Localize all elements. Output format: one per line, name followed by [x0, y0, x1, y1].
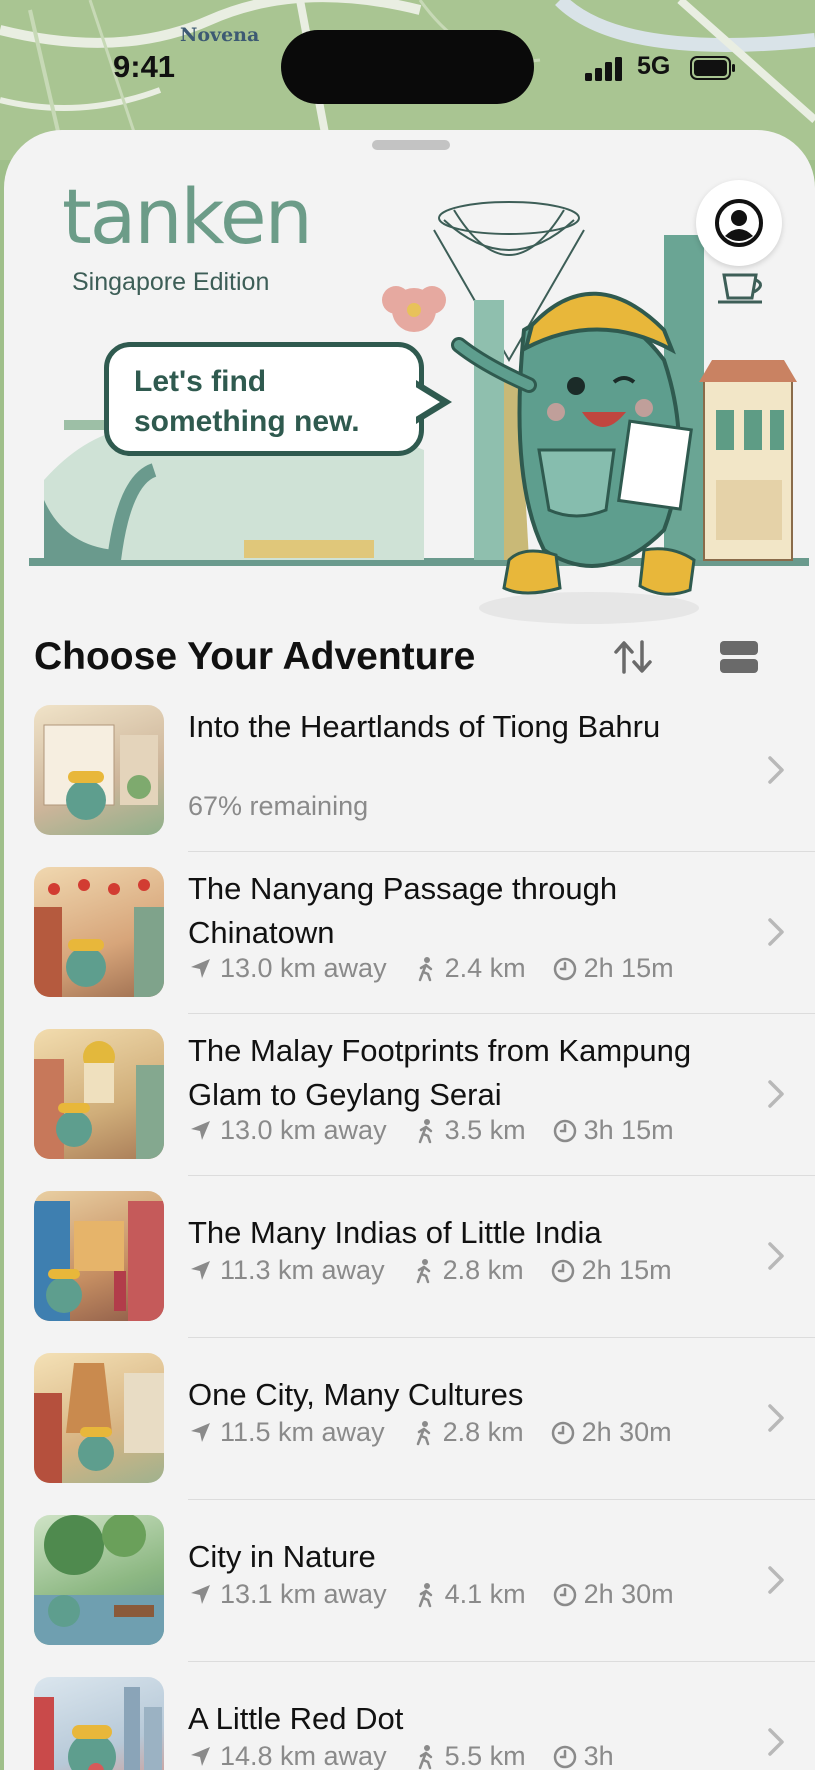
- list-layout-icon[interactable]: [714, 632, 764, 682]
- adventure-duration: 2h 15m: [583, 953, 674, 983]
- clock-icon: [551, 1421, 574, 1444]
- profile-button[interactable]: [696, 180, 782, 266]
- bottom-sheet: tanken Singapore Edition Let's find some…: [4, 130, 815, 1770]
- adventure-thumbnail: [34, 1353, 164, 1483]
- adventure-row[interactable]: The Malay Footprints from Kampung Glam t…: [4, 1029, 815, 1191]
- adventure-progress: 67% remaining: [188, 791, 369, 821]
- adventure-length: 3.5 km: [444, 1115, 526, 1145]
- adventure-thumbnail: [34, 1515, 164, 1645]
- adventure-thumbnail: [34, 867, 164, 997]
- edition-subtitle: Singapore Edition: [72, 268, 270, 296]
- adventure-length: 2.8 km: [442, 1417, 524, 1447]
- adventure-meta: 13.1 km away 4.1 km 2h 30m: [188, 1579, 694, 1610]
- adventure-length: 4.1 km: [444, 1579, 526, 1609]
- row-divider: [188, 851, 815, 852]
- location-arrow-icon: [191, 1120, 210, 1140]
- sort-icon[interactable]: [608, 632, 658, 682]
- status-time: 9:41: [113, 49, 176, 84]
- adventure-row[interactable]: The Many Indias of Little India 11.3 km …: [4, 1191, 815, 1353]
- chevron-right-icon: [768, 1566, 784, 1594]
- sheet-grabber[interactable]: [372, 140, 450, 150]
- row-divider: [188, 1661, 815, 1662]
- cellular-signal-icon: [585, 57, 622, 81]
- adventure-duration: 2h 15m: [581, 1255, 672, 1285]
- adventure-title: A Little Red Dot: [188, 1701, 404, 1736]
- location-arrow-icon: [191, 1584, 210, 1604]
- walking-icon: [416, 1420, 430, 1445]
- status-bar: 9:41 5G: [0, 0, 815, 130]
- adventure-distance: 11.3 km away: [220, 1255, 385, 1285]
- chevron-right-icon: [768, 1080, 784, 1108]
- walking-icon: [418, 956, 432, 981]
- network-type: 5G: [637, 52, 671, 80]
- adventure-title: Into the Heartlands of Tiong Bahru: [188, 709, 661, 744]
- adventure-length: 2.4 km: [444, 953, 526, 983]
- dynamic-island: [281, 30, 534, 104]
- section-title: Choose Your Adventure: [34, 635, 476, 678]
- adventure-meta: 13.0 km away 2.4 km 2h 15m: [188, 953, 694, 984]
- chevron-right-icon: [768, 1728, 784, 1756]
- adventure-distance: 13.0 km away: [220, 1115, 387, 1145]
- chevron-right-icon: [768, 1242, 784, 1270]
- adventure-title: The Malay Footprints from Kampung Glam t…: [188, 1033, 692, 1112]
- adventure-row[interactable]: City in Nature 13.1 km away 4.1 km 2h 30…: [4, 1515, 815, 1677]
- adventure-title: The Many Indias of Little India: [188, 1215, 602, 1250]
- app-logo: tanken: [62, 172, 313, 261]
- row-divider: [188, 1175, 815, 1176]
- adventure-title: The Nanyang Passage through Chinatown: [188, 871, 618, 950]
- chevron-right-icon: [768, 1404, 784, 1432]
- row-divider: [188, 1013, 815, 1014]
- walking-icon: [418, 1582, 432, 1607]
- battery-icon: [690, 56, 735, 80]
- adventure-title: City in Nature: [188, 1539, 376, 1574]
- adventure-row[interactable]: One City, Many Cultures 11.5 km away 2.8…: [4, 1353, 815, 1515]
- walking-icon: [418, 1118, 432, 1143]
- adventure-thumbnail: [34, 705, 164, 835]
- adventure-row[interactable]: The Nanyang Passage through Chinatown 13…: [4, 867, 815, 1029]
- adventure-row[interactable]: A Little Red Dot 14.8 km away 5.5 km 3h: [4, 1677, 815, 1770]
- adventure-meta: 11.5 km away 2.8 km 2h 30m: [188, 1417, 692, 1448]
- adventure-thumbnail: [34, 1677, 164, 1770]
- clock-icon: [553, 1583, 576, 1606]
- adventure-meta: 13.0 km away 3.5 km 3h 15m: [188, 1115, 694, 1146]
- adventure-length: 2.8 km: [442, 1255, 524, 1285]
- adventure-thumbnail: [34, 1191, 164, 1321]
- adventure-duration: 2h 30m: [583, 1579, 674, 1609]
- location-arrow-icon: [191, 1422, 210, 1442]
- adventure-title: One City, Many Cultures: [188, 1377, 524, 1412]
- hero-banner: tanken Singapore Edition Let's find some…: [4, 150, 815, 630]
- clock-icon: [551, 1259, 574, 1282]
- chevron-right-icon: [768, 918, 784, 946]
- clock-icon: [553, 1119, 576, 1142]
- adventure-thumbnail: [34, 1029, 164, 1159]
- person-circle-icon: [715, 199, 763, 247]
- chevron-right-icon: [768, 756, 784, 784]
- walking-icon: [416, 1258, 430, 1283]
- location-arrow-icon: [191, 1260, 210, 1280]
- location-arrow-icon: [191, 958, 210, 978]
- row-divider: [188, 1337, 815, 1338]
- adventure-distance: 13.1 km away: [220, 1579, 387, 1609]
- adventure-meta: 11.3 km away 2.8 km 2h 15m: [188, 1255, 692, 1286]
- clock-icon: [553, 957, 576, 980]
- speech-bubble-text: Let's find something new.: [134, 365, 360, 438]
- row-divider: [188, 1499, 815, 1500]
- adventure-duration: 3h 15m: [583, 1115, 674, 1145]
- adventure-row[interactable]: Into the Heartlands of Tiong Bahru 67% r…: [4, 705, 815, 867]
- adventure-distance: 13.0 km away: [220, 953, 387, 983]
- adventure-duration: 2h 30m: [581, 1417, 672, 1447]
- adventure-distance: 11.5 km away: [220, 1417, 385, 1447]
